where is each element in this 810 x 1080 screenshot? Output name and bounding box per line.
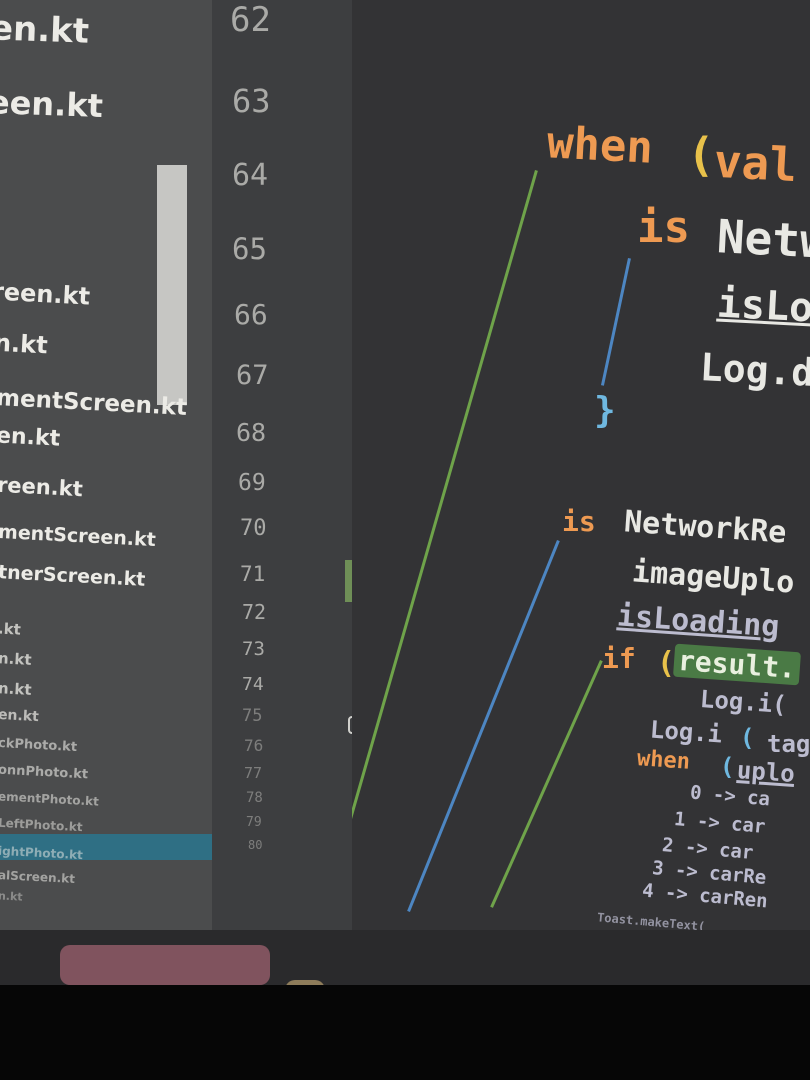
paren: ( (657, 646, 676, 681)
status-bar (0, 930, 810, 1015)
when-branch: 0 -> ca (689, 781, 771, 811)
file-item[interactable]: en.kt (0, 707, 39, 725)
project-tree-scrollbar[interactable] (157, 165, 187, 405)
line-number: 69 (238, 470, 266, 496)
line-number: 68 (236, 418, 267, 447)
paren: ( (740, 724, 755, 752)
line-number: 62 (230, 0, 271, 40)
file-item-selected[interactable]: alScreen.kt (0, 868, 75, 886)
line-number: 67 (236, 360, 269, 391)
line-number: 64 (232, 158, 269, 193)
line-number: 66 (234, 298, 268, 331)
paren: ( (720, 753, 735, 781)
file-item[interactable]: n.kt (0, 649, 32, 669)
file-item[interactable]: een.kt (0, 83, 104, 125)
file-item[interactable]: .kt (0, 619, 21, 638)
line-number: 72 (242, 600, 267, 624)
code-editor[interactable]: when ( val is Netw isLo Log.d } is Netwo… (352, 0, 810, 935)
log-call: Log.i( (699, 685, 788, 719)
property-isloading: isLo (715, 280, 810, 332)
keyword-is: is (637, 202, 690, 253)
monitor-bezel (0, 985, 810, 1080)
property-imageupload: imageUplo (630, 554, 796, 601)
keyword-when: when (636, 746, 691, 775)
line-number: 73 (242, 638, 265, 660)
argument: tag (767, 730, 810, 758)
file-item[interactable]: n.kt (0, 679, 32, 699)
file-item[interactable]: n.kt (0, 889, 23, 903)
line-number: 71 (240, 562, 266, 586)
file-item[interactable]: ementPhoto.kt (0, 789, 99, 808)
indent-guide (407, 540, 560, 912)
file-item[interactable]: en.kt (0, 423, 61, 451)
status-segment[interactable] (60, 945, 270, 985)
paren: ( (687, 128, 715, 182)
file-item[interactable]: LeftPhoto.kt (0, 816, 83, 834)
file-item[interactable]: ckPhoto.kt (0, 736, 77, 755)
line-number: 75 (242, 706, 263, 726)
line-number: 70 (240, 516, 267, 541)
type-network: Netw (715, 209, 810, 269)
result-highlight: result. (673, 643, 802, 686)
when-branch: 1 -> car (673, 808, 767, 838)
log-call: Log.i (649, 715, 724, 749)
log-call: Log.d (698, 345, 810, 395)
property-isloading: isLoading (615, 598, 781, 645)
keyword-if: if (602, 642, 636, 675)
indent-guide (490, 660, 603, 908)
line-number: 80 (248, 838, 263, 852)
argument: uplo (736, 756, 796, 788)
editor-gutter: 62636465666768697071727374757677787980//… (212, 0, 434, 930)
closing-brace: } (594, 390, 616, 431)
line-number: 76 (244, 736, 264, 755)
line-number: 65 (232, 232, 267, 266)
keyword-val: val (712, 133, 799, 193)
indent-guide (352, 170, 538, 921)
line-number: 78 (246, 790, 263, 806)
project-tree-panel: en.kt een.kt reen.kt n.kt mentScreen.kt en.kt… (0, 0, 212, 930)
keyword-when: when (545, 117, 655, 174)
file-item[interactable]: reen.kt (0, 277, 91, 310)
line-number: 77 (244, 764, 263, 782)
file-item[interactable]: mentScreen.kt (0, 521, 156, 551)
file-item[interactable]: onnPhoto.kt (0, 763, 88, 783)
line-number: 74 (242, 674, 264, 695)
file-item[interactable]: tnerScreen.kt (0, 561, 146, 591)
line-number: 63 (232, 82, 271, 120)
file-item[interactable]: reen.kt (0, 473, 83, 501)
keyword-is: is (562, 505, 596, 538)
file-item[interactable]: en.kt (0, 8, 90, 51)
type-network-result: NetworkRe (622, 504, 788, 551)
indent-guide (600, 258, 631, 386)
line-number: 79 (246, 815, 262, 830)
file-item[interactable]: n.kt (0, 329, 48, 360)
